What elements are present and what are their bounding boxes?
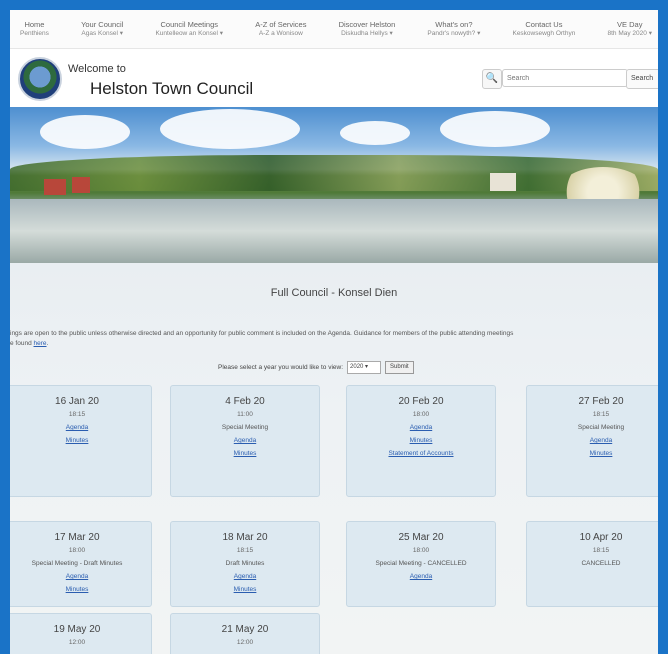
- meeting-status: CANCELLED: [581, 560, 621, 567]
- nav-item[interactable]: Contact Us Keskowsewgh Orthyn: [512, 20, 575, 38]
- meeting-time: 18:00: [68, 547, 86, 554]
- nav-item-label: Home: [24, 20, 45, 29]
- meeting-card: 20 Feb 20 18:00 Agenda Minutes Statement of …: [346, 385, 496, 497]
- page-title: Full Council - Konsel Dien: [270, 287, 398, 299]
- meeting-time: 11:00: [237, 411, 253, 418]
- meeting-date: 4 Feb 20: [225, 396, 265, 407]
- meeting-status: Special Meeting - Draft Minutes: [31, 560, 123, 567]
- meeting-link-minutes[interactable]: Minutes: [527, 450, 658, 457]
- meeting-card: 25 Mar 20 18:00 Special Meeting - CANCELLE…: [346, 521, 496, 607]
- nav-item[interactable]: Council Meetings Kuntelleow an Konsel ▾: [155, 20, 223, 38]
- nav-item[interactable]: Discover Helston Diskudha Hellys ▾: [339, 20, 396, 38]
- year-prompt: Please select a year you would like to v…: [218, 364, 344, 371]
- year-dropdown[interactable]: 2020 ▾: [347, 361, 382, 374]
- nav-item[interactable]: Home Penthiens: [20, 20, 49, 38]
- intro-line-2: e found: [10, 340, 32, 347]
- meeting-time: 18:15: [592, 411, 610, 418]
- site-title[interactable]: Helston Town Council: [90, 79, 253, 99]
- meeting-time: 18:15: [236, 547, 254, 554]
- meeting-card: 18 Mar 20 18:15 Draft Minutes Agenda Minutes: [170, 521, 320, 607]
- nav-item-sublabel: 8th May 2020 ▾: [607, 30, 652, 37]
- meeting-card: 27 Feb 20 18:15 Special Meeting Agenda Minut…: [526, 385, 658, 497]
- meeting-date: 25 Mar 20: [398, 532, 444, 543]
- meeting-link-minutes[interactable]: Minutes: [171, 586, 319, 593]
- meeting-card: 4 Feb 20 11:00 Special Meeting Agenda Minute…: [170, 385, 320, 497]
- council-crest-logo[interactable]: [18, 57, 62, 101]
- nav-item-label: Contact Us: [525, 20, 563, 29]
- nav-item-sublabel: Kuntelleow an Konsel ▾: [155, 30, 224, 37]
- nav-item-label: Council Meetings: [160, 20, 219, 29]
- meeting-card: 16 Jan 20 18:15 Agenda Minutes: [10, 385, 152, 497]
- meeting-status: Special Meeting: [577, 424, 625, 431]
- top-navigation: Home Penthiens Your Council Agas Konsel ▾ Co…: [10, 10, 658, 49]
- meeting-link-minutes[interactable]: Minutes: [347, 437, 495, 444]
- search-icon[interactable]: 🔍: [482, 69, 502, 89]
- nav-item-label: Discover Helston: [338, 20, 396, 29]
- meeting-status: Special Meeting: [221, 424, 269, 431]
- nav-item-label: What's on?: [435, 20, 473, 29]
- meeting-status: Special Meeting - CANCELLED: [375, 560, 467, 567]
- meeting-date: 27 Feb 20: [578, 396, 624, 407]
- meeting-date: 20 Feb 20: [398, 396, 444, 407]
- meeting-status: Draft Minutes: [225, 560, 265, 567]
- site-header: Welcome to Helston Town Council 🔍 Search: [10, 49, 658, 107]
- nav-item-label: A-Z of Services: [255, 20, 307, 29]
- meeting-time: 18:15: [68, 411, 86, 418]
- meeting-time: 18:00: [412, 411, 430, 418]
- search-button[interactable]: Search: [626, 69, 658, 89]
- meeting-card: 17 Mar 20 18:00 Special Meeting - Draft Mi…: [10, 521, 152, 607]
- meeting-link-agenda[interactable]: Agenda: [527, 437, 658, 444]
- nav-item[interactable]: What's on? Pandr's nowyth? ▾: [427, 20, 480, 38]
- meeting-date: 19 May 20: [53, 624, 101, 635]
- nav-item-sublabel: Keskowsewgh Orthyn: [512, 30, 576, 37]
- year-submit-button[interactable]: Submit: [385, 361, 414, 374]
- meeting-date: 21 May 20: [221, 624, 269, 635]
- nav-item-sublabel: A-Z a Wonisow: [258, 30, 303, 37]
- meeting-link-agenda[interactable]: Agenda: [10, 424, 151, 431]
- meeting-link-agenda[interactable]: Agenda: [347, 573, 495, 580]
- meeting-link-statement-of-accounts[interactable]: Statement of Accounts: [347, 450, 495, 457]
- nav-item-sublabel: Diskudha Hellys ▾: [341, 30, 393, 37]
- nav-item-sublabel: Agas Konsel ▾: [81, 30, 123, 37]
- welcome-text: Welcome to: [68, 63, 126, 75]
- hero-banner-image: [10, 107, 658, 263]
- meeting-date: 16 Jan 20: [55, 396, 99, 407]
- meetings-content: Full Council - Konsel Dien ings are open…: [10, 263, 658, 654]
- meeting-card: 21 May 20 12:00: [170, 613, 320, 654]
- meeting-date: 10 Apr 20: [579, 532, 623, 543]
- meeting-time: 18:15: [592, 547, 610, 554]
- guidance-link[interactable]: here: [34, 340, 47, 347]
- meeting-link-agenda[interactable]: Agenda: [10, 573, 151, 580]
- meeting-card: 10 Apr 20 18:15 CANCELLED: [526, 521, 658, 607]
- nav-item-sublabel: Pandr's nowyth? ▾: [427, 30, 481, 37]
- meeting-link-agenda[interactable]: Agenda: [347, 424, 495, 431]
- meeting-link-minutes[interactable]: Minutes: [10, 437, 151, 444]
- meeting-time: 12:00: [68, 639, 86, 646]
- nav-item[interactable]: Your Council Agas Konsel ▾: [81, 20, 123, 38]
- meeting-time: 12:00: [236, 639, 254, 646]
- meeting-card: 19 May 20 12:00: [10, 613, 152, 654]
- intro-text: ings are open to the public unless other…: [10, 330, 514, 347]
- meeting-date: 18 Mar 20: [222, 532, 268, 543]
- nav-item-label: VE Day: [617, 20, 643, 29]
- search-input[interactable]: [502, 69, 628, 87]
- year-selector: Please select a year you would like to v…: [218, 361, 414, 374]
- nav-item[interactable]: VE Day 8th May 2020 ▾: [608, 20, 652, 38]
- nav-item[interactable]: A-Z of Services A-Z a Wonisow: [255, 20, 306, 38]
- nav-item-sublabel: Penthiens: [20, 30, 49, 37]
- intro-line-1: ings are open to the public unless other…: [10, 330, 514, 337]
- meeting-link-minutes[interactable]: Minutes: [171, 450, 319, 457]
- meeting-date: 17 Mar 20: [54, 532, 100, 543]
- nav-item-label: Your Council: [81, 20, 124, 29]
- browser-viewport: Home Penthiens Your Council Agas Konsel ▾ Co…: [10, 10, 658, 654]
- meeting-link-minutes[interactable]: Minutes: [10, 586, 151, 593]
- meeting-link-agenda[interactable]: Agenda: [171, 573, 319, 580]
- meeting-time: 18:00: [412, 547, 430, 554]
- meeting-link-agenda[interactable]: Agenda: [171, 437, 319, 444]
